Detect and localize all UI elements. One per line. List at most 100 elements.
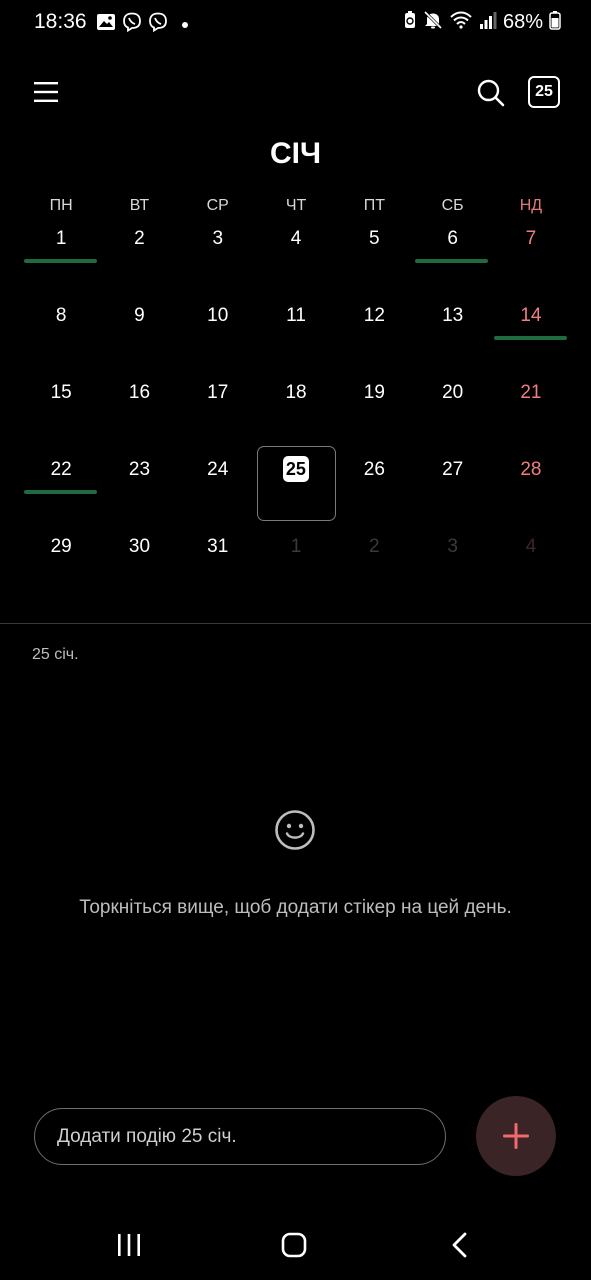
search-icon — [477, 79, 505, 107]
day-number: 29 — [50, 536, 72, 557]
day-cell[interactable]: 16 — [100, 354, 178, 431]
recent-apps-icon — [118, 1234, 140, 1256]
day-cell[interactable]: 20 — [413, 354, 491, 431]
back-icon — [452, 1232, 467, 1258]
day-number: 3 — [212, 228, 224, 249]
day-cell[interactable]: 17 — [179, 354, 257, 431]
gallery-icon — [96, 13, 116, 36]
sticker-hint: Торкніться вище, щоб додати стікер на це… — [79, 897, 512, 918]
day-number: 20 — [442, 382, 464, 403]
battery-saver-icon — [403, 10, 417, 35]
day-cell[interactable]: 28 — [492, 431, 570, 508]
day-cell[interactable]: 10 — [179, 277, 257, 354]
day-number: 18 — [285, 382, 307, 403]
day-number: 7 — [525, 228, 537, 249]
day-cell[interactable]: 27 — [413, 431, 491, 508]
dot-icon — [182, 21, 188, 28]
selected-date-label: 25 січ. — [32, 646, 79, 663]
back-button[interactable] — [450, 1232, 468, 1258]
day-number: 11 — [286, 305, 306, 326]
day-number: 14 — [520, 305, 542, 326]
add-event-input[interactable]: Додати подію 25 січ. — [34, 1108, 446, 1165]
battery-percent: 68% — [502, 11, 543, 33]
notification-icons — [96, 12, 188, 37]
home-icon — [281, 1232, 307, 1258]
day-number: 9 — [134, 305, 145, 326]
day-number: 1 — [290, 536, 302, 557]
battery-icon — [549, 10, 561, 35]
day-cell-next-month[interactable]: 2 — [335, 508, 413, 585]
smiley-icon[interactable] — [274, 809, 316, 851]
day-cell-next-month[interactable]: 1 — [257, 508, 335, 585]
calendar-grid: 1 2 3 4 5 6 7 8 9 10 11 12 13 14 15 16 1… — [22, 200, 570, 585]
day-cell[interactable]: 15 — [22, 354, 100, 431]
day-cell[interactable]: 26 — [335, 431, 413, 508]
day-number: 4 — [290, 228, 302, 249]
day-number: 26 — [363, 459, 385, 480]
calendar-week: 15 16 17 18 19 20 21 — [22, 354, 570, 431]
day-cell[interactable]: 7 — [492, 200, 570, 277]
viber-icon — [122, 12, 142, 37]
day-cell-next-month[interactable]: 4 — [492, 508, 570, 585]
day-cell[interactable]: 24 — [179, 431, 257, 508]
calendar-week: 22 23 24 25 26 27 28 — [22, 431, 570, 521]
day-number: 6 — [447, 228, 458, 249]
day-cell[interactable]: 12 — [335, 277, 413, 354]
home-button[interactable] — [281, 1232, 307, 1258]
day-number: 31 — [207, 536, 229, 557]
day-number: 23 — [128, 459, 151, 480]
menu-icon — [34, 82, 58, 102]
day-number: 15 — [50, 382, 72, 403]
day-cell[interactable]: 18 — [257, 354, 335, 431]
day-cell[interactable]: 6 — [413, 200, 491, 277]
day-cell[interactable]: 31 — [179, 508, 257, 585]
day-cell[interactable]: 22 — [22, 431, 100, 508]
day-number: 22 — [50, 459, 72, 480]
day-cell[interactable]: 11 — [257, 277, 335, 354]
calendar-week: 1 2 3 4 5 6 7 — [22, 200, 570, 277]
day-cell[interactable]: 9 — [100, 277, 178, 354]
day-number: 17 — [207, 382, 229, 403]
day-cell[interactable]: 30 — [100, 508, 178, 585]
day-cell[interactable]: 2 — [100, 200, 178, 277]
day-cell[interactable]: 13 — [413, 277, 491, 354]
plus-icon — [503, 1123, 529, 1149]
day-cell-selected[interactable]: 25 — [256, 431, 336, 521]
section-divider — [0, 623, 591, 624]
event-marker — [493, 336, 567, 340]
day-cell[interactable]: 5 — [335, 200, 413, 277]
day-number: 19 — [363, 382, 385, 403]
wifi-icon — [449, 10, 473, 35]
recent-apps-button[interactable] — [116, 1233, 142, 1257]
status-time: 18:36 — [34, 10, 87, 33]
day-cell[interactable]: 19 — [335, 354, 413, 431]
today-button[interactable]: 25 — [528, 76, 560, 108]
day-cell[interactable]: 1 — [22, 200, 100, 277]
day-number: 8 — [55, 305, 67, 326]
day-number: 28 — [520, 459, 542, 480]
day-cell[interactable]: 4 — [257, 200, 335, 277]
day-cell[interactable]: 21 — [492, 354, 570, 431]
day-cell-next-month[interactable]: 3 — [413, 508, 491, 585]
search-button[interactable] — [476, 78, 506, 108]
event-marker — [415, 259, 489, 263]
day-cell[interactable]: 23 — [100, 431, 178, 508]
day-number: 30 — [128, 536, 151, 557]
day-cell[interactable]: 3 — [179, 200, 257, 277]
day-number: 4 — [525, 536, 537, 557]
system-icons: 68% — [403, 10, 561, 35]
add-event-button[interactable] — [476, 1096, 556, 1176]
day-number: 24 — [207, 459, 229, 480]
day-number: 3 — [447, 536, 458, 557]
day-number: 5 — [369, 228, 380, 249]
event-marker — [24, 490, 97, 494]
day-number: 13 — [442, 305, 464, 326]
day-cell[interactable]: 14 — [492, 277, 570, 354]
day-cell[interactable]: 8 — [22, 277, 100, 354]
signal-icon — [479, 10, 497, 35]
menu-button[interactable] — [32, 78, 60, 106]
month-title: СІЧ — [269, 137, 322, 170]
status-bar: 18:36 68% — [0, 0, 591, 44]
mute-icon — [423, 10, 443, 35]
day-cell[interactable]: 29 — [22, 508, 100, 585]
